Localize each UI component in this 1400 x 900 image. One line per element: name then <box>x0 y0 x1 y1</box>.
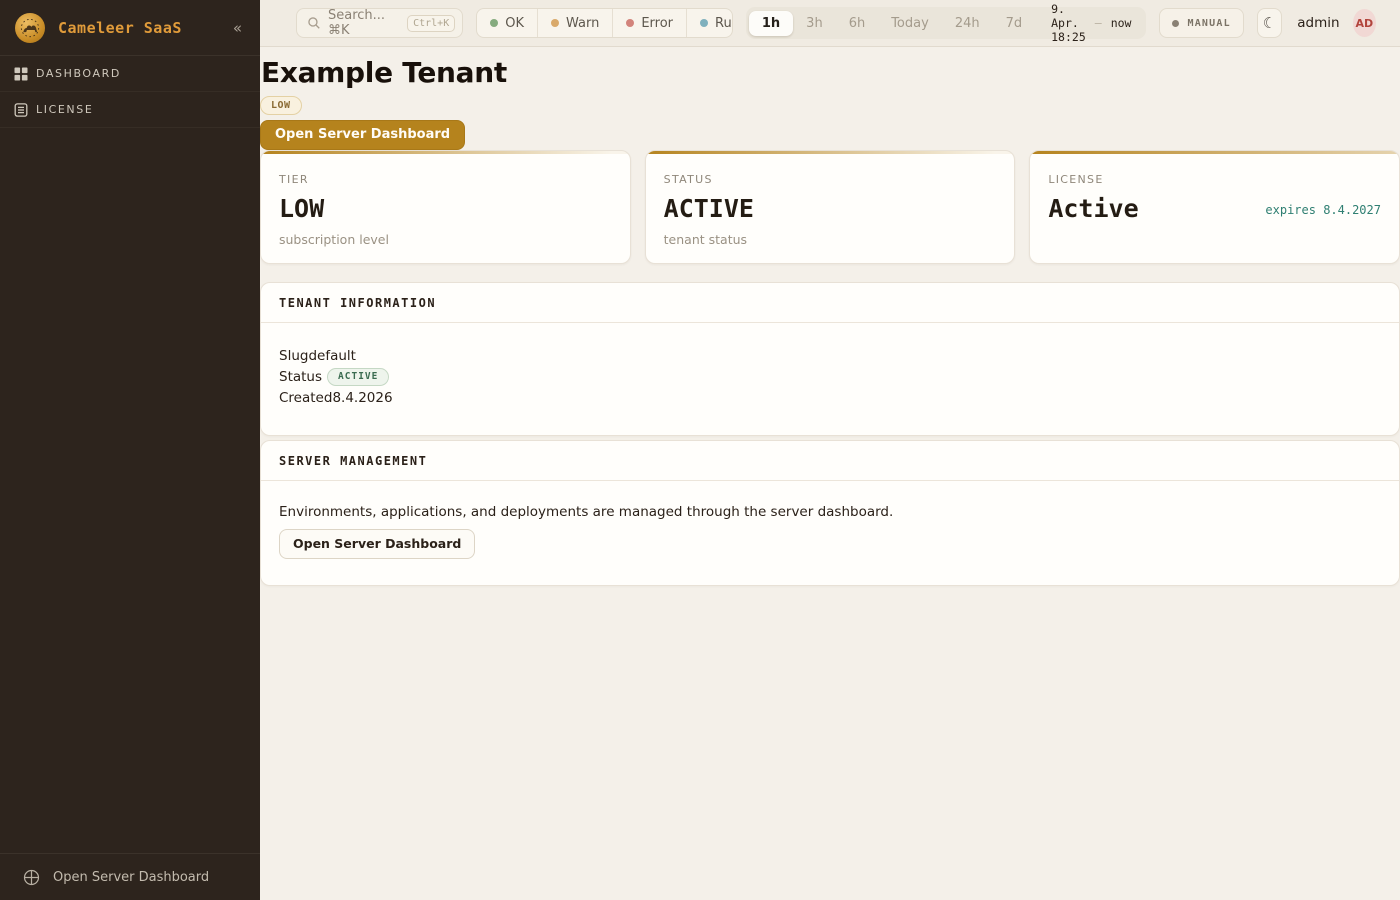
section-header: TENANT INFORMATION <box>261 283 1399 323</box>
time-range-selector: 1h 3h 6h Today 24h 7d 9. Apr. 18:25 — no… <box>746 7 1147 39</box>
dashboard-grid-icon <box>14 67 28 81</box>
card-accent-bar <box>1030 151 1399 154</box>
search-input[interactable]: Search... ⌘K Ctrl+K <box>296 8 463 38</box>
refresh-mode-button[interactable]: MANUAL <box>1159 8 1243 38</box>
app-title: Cameleer SaaS <box>58 19 229 37</box>
license-card: LICENSE Active expires 8.4.2027 <box>1029 150 1400 264</box>
card-value: ACTIVE <box>664 195 997 223</box>
filter-ok[interactable]: OK <box>477 9 538 37</box>
info-label: Created <box>279 390 332 406</box>
search-shortcut-kbd: Ctrl+K <box>407 15 455 32</box>
info-label: Slug <box>279 348 308 364</box>
filter-label: OK <box>505 16 524 31</box>
time-separator: — <box>1095 16 1102 30</box>
open-server-dashboard-outline-button[interactable]: Open Server Dashboard <box>279 529 475 559</box>
main-content: Example Tenant LOW Open Server Dashboard… <box>260 47 1400 586</box>
card-label: TIER <box>279 173 612 186</box>
tenant-information-section: TENANT INFORMATION Slugdefault Status AC… <box>260 282 1400 436</box>
sidebar-header: Cameleer SaaS « <box>0 0 260 56</box>
sidebar-item-dashboard[interactable]: DASHBOARD <box>0 56 260 92</box>
card-label: LICENSE <box>1048 173 1381 186</box>
card-accent-bar <box>261 151 630 154</box>
info-label: Status <box>279 369 322 385</box>
filter-running[interactable]: Running <box>687 9 733 37</box>
tier-badge: LOW <box>260 96 302 115</box>
card-subtext: tenant status <box>664 232 997 247</box>
sidebar-nav: DASHBOARD LICENSE <box>0 56 260 128</box>
filter-error[interactable]: Error <box>613 9 687 37</box>
manual-mode-label: MANUAL <box>1187 18 1230 29</box>
theme-toggle-button[interactable]: ☾ <box>1257 8 1282 38</box>
time-range-7d[interactable]: 7d <box>993 11 1036 36</box>
sidebar: Cameleer SaaS « DASHBOARD <box>0 0 260 900</box>
search-icon <box>307 16 321 30</box>
status-filter-group: OK Warn Error Running <box>476 8 733 38</box>
info-value: default <box>308 348 356 364</box>
ok-status-dot <box>490 19 498 27</box>
license-document-icon <box>14 103 28 117</box>
sidebar-item-label: LICENSE <box>36 103 93 116</box>
time-range-3h[interactable]: 3h <box>793 11 836 36</box>
card-value: Active <box>1048 195 1138 223</box>
sidebar-item-license[interactable]: LICENSE <box>0 92 260 128</box>
username-label: admin <box>1297 15 1339 31</box>
search-placeholder: Search... ⌘K <box>328 8 400 38</box>
sidebar-footer-label: Open Server Dashboard <box>53 870 209 885</box>
time-range-24h[interactable]: 24h <box>942 11 993 36</box>
server-management-description: Environments, applications, and deployme… <box>279 504 1381 520</box>
card-label: STATUS <box>664 173 997 186</box>
status-card: STATUS ACTIVE tenant status <box>645 150 1016 264</box>
stat-cards-row: TIER LOW subscription level STATUS ACTIV… <box>260 150 1400 264</box>
user-avatar[interactable]: AD <box>1353 9 1376 37</box>
info-row-slug: Slugdefault <box>279 346 1381 367</box>
card-value: LOW <box>279 195 612 223</box>
error-status-dot <box>626 19 634 27</box>
info-value: 8.4.2026 <box>332 390 392 406</box>
sidebar-collapse-icon[interactable]: « <box>229 17 246 39</box>
moon-icon: ☾ <box>1263 14 1276 32</box>
page-title: Example Tenant <box>261 57 1400 89</box>
filter-warn[interactable]: Warn <box>538 9 613 37</box>
brand-logo-camel-icon <box>15 13 45 43</box>
sidebar-item-label: DASHBOARD <box>36 67 121 80</box>
license-expiry: expires 8.4.2027 <box>1265 203 1381 217</box>
tier-card: TIER LOW subscription level <box>260 150 631 264</box>
status-badge: ACTIVE <box>327 368 389 386</box>
time-range-display: 9. Apr. 18:25 — now <box>1035 2 1143 44</box>
globe-icon <box>23 869 40 886</box>
manual-mode-dot <box>1172 20 1179 27</box>
info-row-created: Created8.4.2026 <box>279 388 1381 409</box>
time-range-1h[interactable]: 1h <box>749 11 793 36</box>
running-status-dot <box>700 19 708 27</box>
time-to: now <box>1111 16 1132 30</box>
time-range-6h[interactable]: 6h <box>836 11 879 36</box>
sidebar-footer-open-server-dashboard[interactable]: Open Server Dashboard <box>0 853 260 900</box>
time-from: 9. Apr. 18:25 <box>1051 2 1086 44</box>
section-header: SERVER MANAGEMENT <box>261 441 1399 481</box>
time-range-today[interactable]: Today <box>878 11 942 36</box>
filter-label: Warn <box>566 16 599 31</box>
info-row-status: Status ACTIVE <box>279 367 1381 388</box>
open-server-dashboard-primary-button[interactable]: Open Server Dashboard <box>260 120 465 150</box>
card-subtext: subscription level <box>279 232 612 247</box>
server-management-section: SERVER MANAGEMENT Environments, applicat… <box>260 440 1400 586</box>
filter-label: Running <box>715 16 733 31</box>
warn-status-dot <box>551 19 559 27</box>
card-accent-bar <box>646 151 1015 154</box>
topbar: Search... ⌘K Ctrl+K OK Warn Error Runnin… <box>260 0 1400 47</box>
filter-label: Error <box>641 16 673 31</box>
